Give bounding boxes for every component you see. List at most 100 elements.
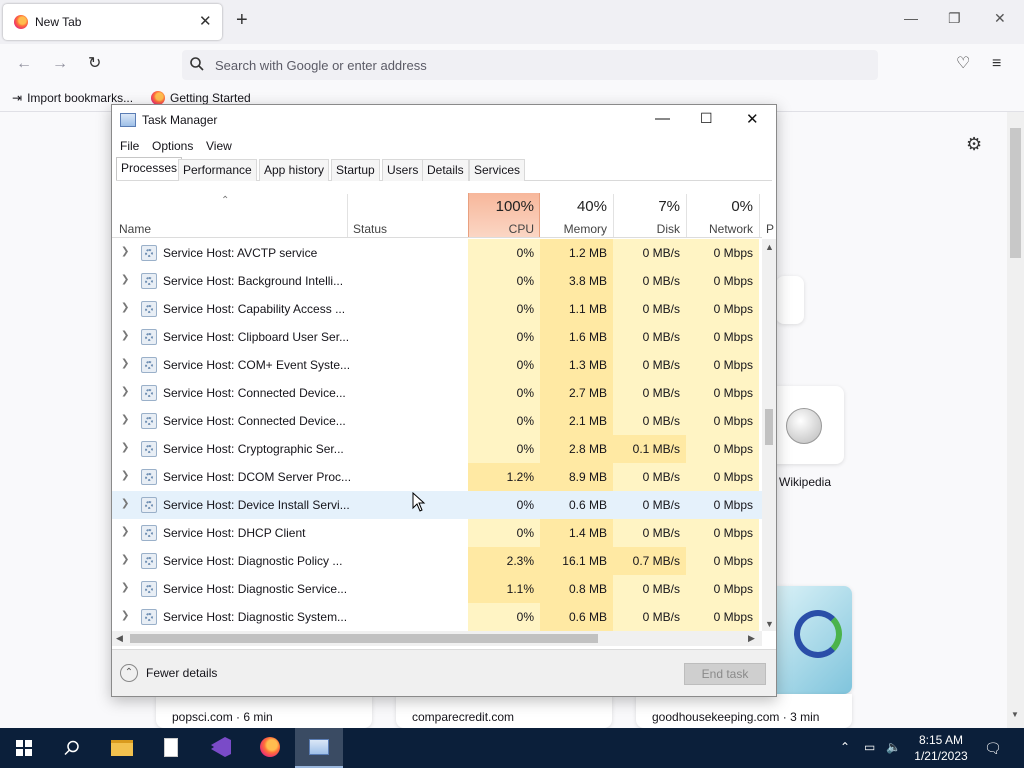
memory-total[interactable]: 40% [540, 198, 607, 215]
scroll-up-icon[interactable]: ▲ [765, 242, 774, 252]
table-row[interactable]: ❯ Service Host: Cryptographic Ser... 0% 2.8… [112, 435, 762, 463]
close-icon[interactable]: ✕ [746, 110, 759, 128]
bookmark-getting-started[interactable]: Getting Started [151, 91, 251, 105]
show-hidden-icons-icon[interactable]: ⌃ [840, 740, 850, 754]
close-tab-icon[interactable]: ✕ [199, 12, 212, 30]
story-card-3[interactable]: goodhousekeeping.com · 3 min [636, 694, 852, 728]
volume-muted-icon[interactable]: 🔈 [886, 740, 901, 754]
network-icon[interactable]: ▭ [864, 740, 875, 754]
expand-chevron-icon[interactable]: ❯ [121, 498, 129, 509]
column-power-partial[interactable]: P [766, 222, 774, 236]
pocket-icon[interactable]: ♡ [956, 56, 970, 72]
menu-options[interactable]: Options [152, 139, 193, 153]
table-row[interactable]: ❯ Service Host: Device Install Servi... 0%… [112, 491, 762, 519]
column-status[interactable]: Status [353, 222, 387, 236]
shortcut-tile[interactable] [776, 276, 804, 324]
notifications-icon[interactable]: 🗨 [984, 740, 1002, 757]
horizontal-scrollbar-thumb[interactable] [130, 634, 598, 643]
table-row[interactable]: ❯ Service Host: COM+ Event Syste... 0% 1.3 … [112, 351, 762, 379]
tab-services[interactable]: Services [469, 159, 526, 181]
table-row[interactable]: ❯ Service Host: DCOM Server Proc... 1.2% 8.… [112, 463, 762, 491]
reload-icon[interactable]: ↻ [88, 56, 101, 72]
close-window-icon[interactable]: ✕ [994, 10, 1006, 27]
network-total[interactable]: 0% [686, 198, 753, 215]
table-row[interactable]: ❯ Service Host: DHCP Client 0% 1.4 MB 0 MB/s… [112, 519, 762, 547]
disk-total[interactable]: 7% [613, 198, 680, 215]
expand-chevron-icon[interactable]: ❯ [121, 442, 129, 453]
tab-details[interactable]: Details [422, 159, 469, 181]
scrollbar-thumb[interactable] [765, 409, 773, 445]
column-divider[interactable] [347, 194, 348, 237]
taskbar-clock[interactable]: 8:15 AM 1/21/2023 [908, 732, 974, 764]
expand-chevron-icon[interactable]: ❯ [121, 610, 129, 621]
tab-processes[interactable]: Processes [116, 157, 183, 180]
expand-chevron-icon[interactable]: ❯ [121, 554, 129, 565]
task-manager-titlebar[interactable]: Task Manager — ☐ ✕ [112, 105, 776, 135]
scroll-down-icon[interactable]: ▼ [1011, 710, 1019, 719]
column-name[interactable]: Name [119, 222, 151, 236]
memory-cell: 3.8 MB [540, 267, 613, 295]
tab-app-history[interactable]: App history [259, 159, 330, 181]
minimize-icon[interactable]: — [655, 110, 670, 127]
network-cell: 0 Mbps [686, 603, 759, 631]
menu-view[interactable]: View [206, 139, 232, 153]
table-row[interactable]: ❯ Service Host: Clipboard User Ser... 0% 1.… [112, 323, 762, 351]
restore-icon[interactable]: ❐ [948, 10, 961, 27]
table-row[interactable]: ❯ Service Host: AVCTP service 0% 1.2 MB 0 MB… [112, 239, 762, 267]
table-row[interactable]: ❯ Service Host: Diagnostic Policy ... 2.3%… [112, 547, 762, 575]
expand-chevron-icon[interactable]: ❯ [121, 302, 129, 313]
back-arrow-icon[interactable]: ← [16, 56, 32, 72]
taskbar-search[interactable] [48, 728, 96, 768]
table-row[interactable]: ❯ Service Host: Connected Device... 0% 2.1 … [112, 407, 762, 435]
address-bar[interactable]: Search with Google or enter address [182, 50, 878, 80]
forward-arrow-icon[interactable]: → [52, 56, 68, 72]
expand-chevron-icon[interactable]: ❯ [121, 414, 129, 425]
menu-file[interactable]: File [120, 139, 139, 153]
bookmark-import[interactable]: ⇥ Import bookmarks... [12, 91, 133, 105]
tab-startup[interactable]: Startup [331, 159, 380, 181]
new-tab-plus-icon[interactable]: + [236, 10, 248, 30]
disk-label[interactable]: Disk [613, 222, 680, 236]
network-label[interactable]: Network [686, 222, 753, 236]
scroll-down-icon[interactable]: ▼ [765, 619, 774, 629]
taskbar-task-manager[interactable] [295, 728, 343, 768]
expand-chevron-icon[interactable]: ❯ [121, 246, 129, 257]
table-row[interactable]: ❯ Service Host: Diagnostic System... 0% 0.6… [112, 603, 762, 631]
expand-chevron-icon[interactable]: ❯ [121, 358, 129, 369]
expand-chevron-icon[interactable]: ❯ [121, 526, 129, 537]
end-task-button[interactable]: End task [684, 663, 766, 685]
expand-chevron-icon[interactable]: ❯ [121, 386, 129, 397]
tab-performance[interactable]: Performance [178, 159, 257, 181]
expand-chevron-icon[interactable]: ❯ [121, 470, 129, 481]
table-row[interactable]: ❯ Service Host: Diagnostic Service... 1.1%… [112, 575, 762, 603]
browser-tab-new-tab[interactable]: New Tab ✕ [3, 4, 222, 40]
expand-chevron-icon[interactable]: ❯ [121, 582, 129, 593]
taskbar-file-explorer[interactable] [98, 728, 146, 768]
scroll-left-icon[interactable]: ◀ [116, 633, 123, 644]
maximize-icon[interactable]: ☐ [700, 110, 713, 127]
page-scrollbar-thumb[interactable] [1010, 128, 1021, 258]
taskbar-firefox[interactable] [246, 728, 294, 768]
story-card-2[interactable]: comparecredit.com [396, 694, 612, 728]
minimize-icon[interactable]: — [904, 10, 918, 26]
story-card-1[interactable]: popsci.com · 6 min [156, 694, 372, 728]
horizontal-scrollbar[interactable]: ◀ ▶ [112, 631, 762, 646]
memory-label[interactable]: Memory [540, 222, 607, 236]
expand-chevron-icon[interactable]: ❯ [121, 330, 129, 341]
scroll-right-icon[interactable]: ▶ [748, 633, 755, 644]
table-row[interactable]: ❯ Service Host: Connected Device... 0% 2.7 … [112, 379, 762, 407]
taskbar-notepad[interactable] [147, 728, 195, 768]
table-row[interactable]: ❯ Service Host: Background Intelli... 0% 3.… [112, 267, 762, 295]
column-divider[interactable] [759, 194, 760, 237]
settings-gear-icon[interactable]: ⚙ [966, 134, 982, 155]
menu-hamburger-icon[interactable]: ≡ [992, 56, 1001, 72]
taskbar-visual-studio[interactable] [197, 728, 245, 768]
story-image[interactable] [776, 586, 852, 694]
tab-users[interactable]: Users [382, 159, 424, 181]
start-button[interactable] [0, 728, 48, 768]
page-scrollbar[interactable]: ▼ [1007, 112, 1024, 728]
table-row[interactable]: ❯ Service Host: Capability Access ... 0% 1.… [112, 295, 762, 323]
expand-chevron-icon[interactable]: ❯ [121, 274, 129, 285]
fewer-details-button[interactable]: ⌃ Fewer details [120, 664, 217, 682]
process-list-scrollbar[interactable]: ▲ ▼ [762, 239, 776, 631]
